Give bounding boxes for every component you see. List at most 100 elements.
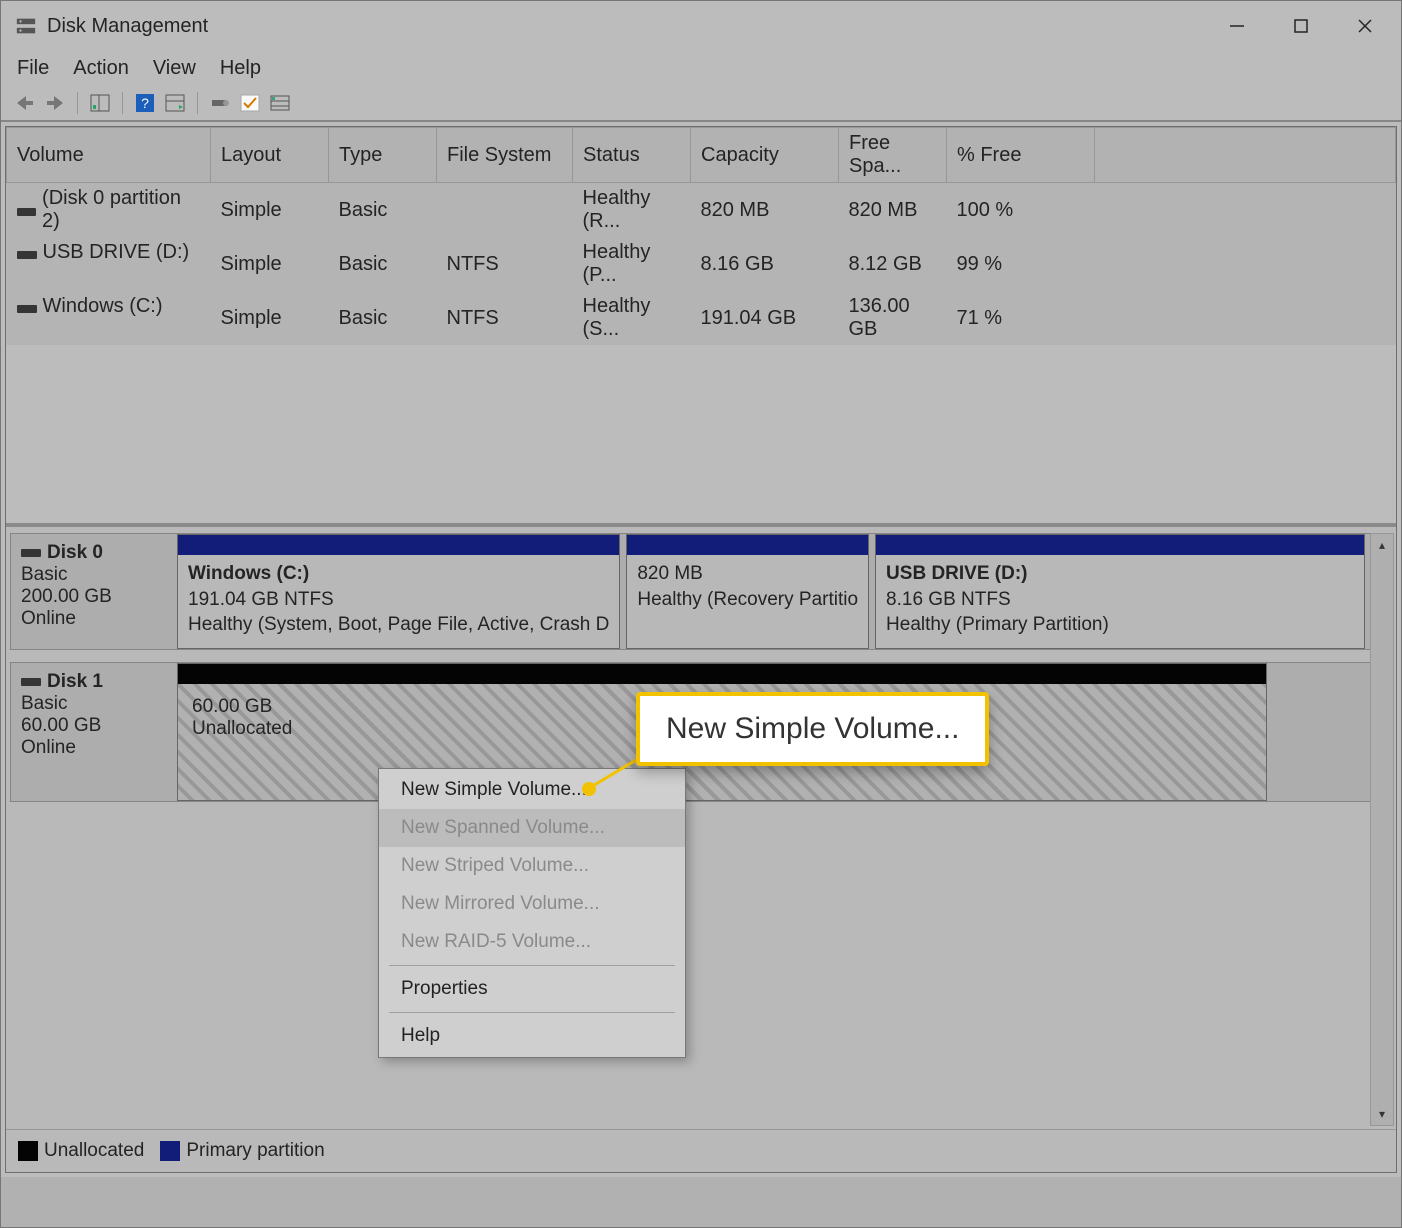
close-button[interactable] — [1333, 4, 1397, 48]
status-bar-area — [1, 1177, 1401, 1227]
cell-pct: 100 % — [947, 183, 1095, 238]
partition-recovery[interactable]: 820 MB Healthy (Recovery Partitio — [626, 534, 869, 649]
forward-button[interactable] — [41, 90, 69, 116]
help-icon[interactable]: ? — [131, 90, 159, 116]
partition-title: USB DRIVE (D:) — [886, 561, 1354, 587]
cell-volume: USB DRIVE (D:) — [43, 241, 190, 264]
disk-0-type: Basic — [21, 564, 163, 586]
disk-0-name: Disk 0 — [47, 542, 103, 564]
cell-volume: (Disk 0 partition 2) — [42, 187, 200, 233]
col-pctfree[interactable]: % Free — [947, 128, 1095, 183]
col-spacer — [1095, 128, 1396, 183]
partition-size: 8.16 GB NTFS — [886, 587, 1354, 613]
col-status[interactable]: Status — [573, 128, 691, 183]
cell-fs: NTFS — [437, 291, 573, 345]
disk-1-label[interactable]: Disk 1 Basic 60.00 GB Online — [11, 663, 173, 801]
toolbar-panel-icon[interactable] — [86, 90, 114, 116]
menu-help[interactable]: Help — [379, 1017, 685, 1055]
scroll-up-icon[interactable]: ▴ — [1371, 534, 1393, 556]
cell-status: Healthy (S... — [573, 291, 691, 345]
volume-list[interactable]: Volume Layout Type File System Status Ca… — [6, 127, 1396, 527]
cell-pct: 99 % — [947, 237, 1095, 291]
minimize-button[interactable] — [1205, 4, 1269, 48]
disk-0-size: 200.00 GB — [21, 586, 163, 608]
list-icon[interactable] — [266, 90, 294, 116]
menu-new-mirrored-volume: New Mirrored Volume... — [379, 885, 685, 923]
volume-icon — [17, 305, 37, 313]
disk-1-state: Online — [21, 737, 163, 759]
cell-free: 8.12 GB — [839, 237, 947, 291]
menu-action[interactable]: Action — [73, 57, 129, 80]
scroll-down-icon[interactable]: ▾ — [1371, 1103, 1393, 1125]
menu-new-spanned-volume: New Spanned Volume... — [379, 809, 685, 847]
col-freespace[interactable]: Free Spa... — [839, 128, 947, 183]
menu-view[interactable]: View — [153, 57, 196, 80]
legend-unallocated: Unallocated — [18, 1140, 144, 1162]
disk-icon — [21, 549, 41, 557]
menu-help[interactable]: Help — [220, 57, 261, 80]
disk-graphical-view: Disk 0 Basic 200.00 GB Online Windows (C… — [6, 527, 1396, 1172]
cell-status: Healthy (R... — [573, 183, 691, 238]
partition-title: Windows (C:) — [188, 561, 609, 587]
cell-capacity: 820 MB — [691, 183, 839, 238]
col-filesystem[interactable]: File System — [437, 128, 573, 183]
menubar: File Action View Help — [1, 51, 1401, 88]
disk-1-name: Disk 1 — [47, 671, 103, 693]
table-row[interactable]: USB DRIVE (D:) Simple Basic NTFS Healthy… — [7, 237, 1396, 291]
partition-status: Healthy (Primary Partition) — [886, 612, 1354, 638]
legend: Unallocated Primary partition — [6, 1129, 1396, 1172]
callout-dot-icon — [582, 782, 596, 796]
menu-new-raid5-volume: New RAID-5 Volume... — [379, 923, 685, 961]
disk-management-window: Disk Management File Action View Help ? — [0, 0, 1402, 1228]
cell-type: Basic — [329, 183, 437, 238]
partition-status: Healthy (Recovery Partitio — [637, 587, 858, 613]
volume-icon — [17, 251, 37, 259]
col-volume[interactable]: Volume — [7, 128, 211, 183]
cell-pct: 71 % — [947, 291, 1095, 345]
context-menu: New Simple Volume... New Spanned Volume.… — [378, 768, 686, 1058]
cell-layout: Simple — [211, 237, 329, 291]
cell-layout: Simple — [211, 183, 329, 238]
toolbar-panel2-icon[interactable] — [161, 90, 189, 116]
toolbar: ? — [1, 88, 1401, 122]
disk-row-0: Disk 0 Basic 200.00 GB Online Windows (C… — [10, 533, 1392, 650]
cell-fs — [437, 183, 573, 238]
volume-icon — [17, 208, 37, 216]
app-icon — [15, 15, 37, 37]
disk-icon — [21, 678, 41, 686]
cell-volume: Windows (C:) — [43, 295, 163, 318]
cell-capacity: 191.04 GB — [691, 291, 839, 345]
cell-free: 820 MB — [839, 183, 947, 238]
table-row[interactable]: (Disk 0 partition 2) Simple Basic Health… — [7, 183, 1396, 238]
cell-type: Basic — [329, 291, 437, 345]
content-area: Volume Layout Type File System Status Ca… — [5, 126, 1397, 1173]
disk-0-label[interactable]: Disk 0 Basic 200.00 GB Online — [11, 534, 173, 649]
svg-text:?: ? — [141, 95, 149, 111]
menu-file[interactable]: File — [17, 57, 49, 80]
menu-properties[interactable]: Properties — [379, 970, 685, 1008]
callout-text: New Simple Volume... — [666, 712, 959, 745]
check-icon[interactable] — [236, 90, 264, 116]
menu-new-striped-volume: New Striped Volume... — [379, 847, 685, 885]
legend-primary: Primary partition — [160, 1140, 324, 1162]
callout-highlight: New Simple Volume... — [636, 692, 989, 766]
col-capacity[interactable]: Capacity — [691, 128, 839, 183]
partition-usb-d[interactable]: USB DRIVE (D:) 8.16 GB NTFS Healthy (Pri… — [875, 534, 1365, 649]
settings-icon[interactable] — [206, 90, 234, 116]
window-title: Disk Management — [47, 15, 208, 38]
partition-windows-c[interactable]: Windows (C:) 191.04 GB NTFS Healthy (Sys… — [177, 534, 620, 649]
table-header-row: Volume Layout Type File System Status Ca… — [7, 128, 1396, 183]
col-type[interactable]: Type — [329, 128, 437, 183]
disk-1-size: 60.00 GB — [21, 715, 163, 737]
back-button[interactable] — [11, 90, 39, 116]
cell-free: 136.00 GB — [839, 291, 947, 345]
maximize-button[interactable] — [1269, 4, 1333, 48]
cell-status: Healthy (P... — [573, 237, 691, 291]
cell-capacity: 8.16 GB — [691, 237, 839, 291]
partition-size: 191.04 GB NTFS — [188, 587, 609, 613]
disk-1-type: Basic — [21, 693, 163, 715]
cell-fs: NTFS — [437, 237, 573, 291]
col-layout[interactable]: Layout — [211, 128, 329, 183]
table-row[interactable]: Windows (C:) Simple Basic NTFS Healthy (… — [7, 291, 1396, 345]
vertical-scrollbar[interactable]: ▴ ▾ — [1370, 533, 1394, 1126]
